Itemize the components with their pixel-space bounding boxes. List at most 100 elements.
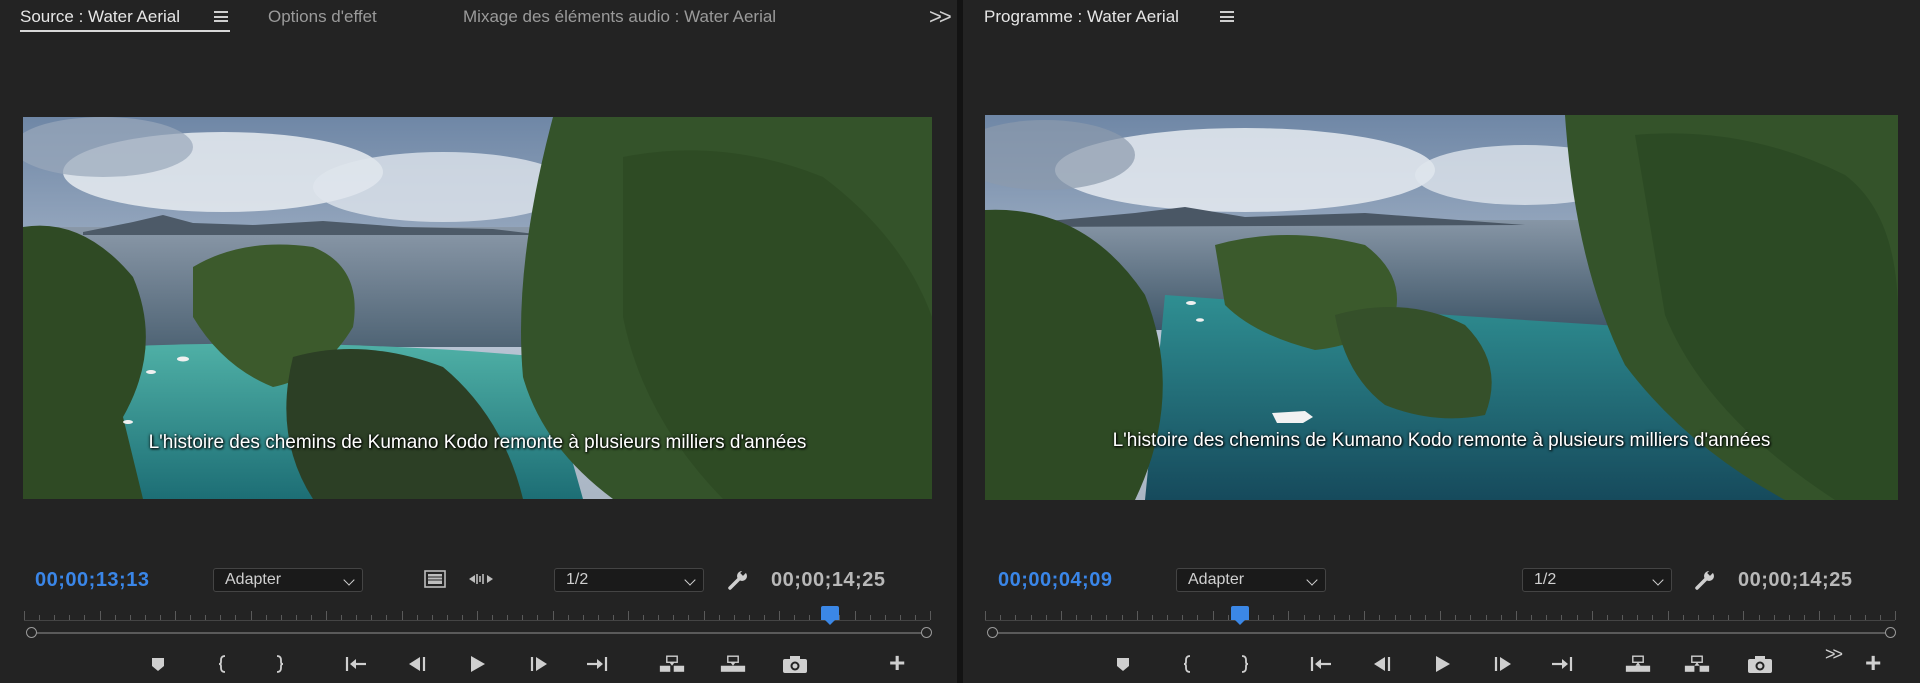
ruler-tick xyxy=(1106,615,1108,620)
mark-in-icon[interactable] xyxy=(210,652,236,676)
wrench-settings-icon[interactable] xyxy=(1694,569,1716,596)
program-zoom-scrollbar[interactable] xyxy=(987,627,1896,639)
zoom-handle-right[interactable] xyxy=(1885,627,1896,638)
ruler-tick xyxy=(1000,615,1002,620)
mark-out-icon[interactable] xyxy=(1231,652,1257,676)
play-icon[interactable] xyxy=(1429,652,1455,676)
ruler-tick xyxy=(1379,615,1381,620)
ruler-tick xyxy=(190,615,192,620)
button-editor-add-button[interactable]: + xyxy=(1865,649,1881,677)
program-time-ruler[interactable] xyxy=(985,606,1896,626)
source-time-ruler[interactable] xyxy=(24,606,931,626)
program-transport-controls xyxy=(963,652,1920,676)
ruler-tick xyxy=(854,611,856,620)
mark-in-icon[interactable] xyxy=(1175,652,1201,676)
source-playhead[interactable] xyxy=(821,606,840,625)
step-forward-icon[interactable] xyxy=(1490,652,1516,676)
ruler-tick xyxy=(295,615,297,620)
mark-out-icon[interactable] xyxy=(266,652,292,676)
ruler-tick xyxy=(1121,615,1123,620)
tab-source[interactable]: Source : Water Aerial xyxy=(20,7,180,27)
ruler-tick xyxy=(1546,615,1548,620)
safe-margins-icon[interactable] xyxy=(424,570,446,593)
transport-overflow-icon[interactable]: >> xyxy=(1825,644,1843,665)
ruler-tick xyxy=(718,615,720,620)
drag-video-audio-icon[interactable] xyxy=(468,572,494,591)
chevron-down-icon xyxy=(343,574,355,586)
export-frame-icon[interactable] xyxy=(782,652,808,676)
ruler-tick xyxy=(1879,615,1881,620)
wrench-settings-icon[interactable] xyxy=(727,569,749,596)
ruler-tick xyxy=(1440,611,1441,620)
play-icon[interactable] xyxy=(464,652,490,676)
zoom-handle-left[interactable] xyxy=(26,627,37,638)
zoom-handle-left[interactable] xyxy=(987,627,998,638)
ruler-tick xyxy=(477,611,478,620)
ruler-tick xyxy=(1849,615,1851,620)
source-resolution-select[interactable]: 1/2 xyxy=(554,568,704,592)
ruler-tick xyxy=(1743,611,1745,620)
overwrite-icon[interactable] xyxy=(720,652,746,676)
go-to-in-icon[interactable] xyxy=(343,652,369,676)
go-to-out-icon[interactable] xyxy=(1549,652,1575,676)
ruler-tick xyxy=(688,615,690,620)
zoom-handle-right[interactable] xyxy=(921,627,932,638)
step-back-icon[interactable] xyxy=(1369,652,1395,676)
source-monitor-panel: Source : Water Aerial Options d'effet Mi… xyxy=(0,0,957,683)
program-current-timecode[interactable]: 00;00;04;09 xyxy=(998,569,1112,592)
ruler-tick xyxy=(492,615,494,620)
tab-audio-clip-mixer[interactable]: Mixage des éléments audio : Water Aerial xyxy=(463,7,776,27)
panel-menu-icon[interactable] xyxy=(214,11,228,22)
step-forward-icon[interactable] xyxy=(526,652,552,676)
go-to-in-icon[interactable] xyxy=(1308,652,1334,676)
export-frame-icon[interactable] xyxy=(1747,652,1773,676)
ruler-tick xyxy=(914,615,916,620)
program-duration-timecode: 00;00;14;25 xyxy=(1738,569,1853,591)
lift-icon[interactable] xyxy=(1625,652,1651,676)
ruler-tick xyxy=(628,611,629,620)
source-zoom-scrollbar[interactable] xyxy=(26,627,932,639)
ruler-tick xyxy=(250,611,252,620)
ruler-tick xyxy=(1622,615,1623,620)
ruler-tick xyxy=(431,615,433,620)
resolution-select-value: 1/2 xyxy=(1534,571,1557,588)
ruler-tick xyxy=(371,615,373,620)
ruler-tick xyxy=(265,615,267,620)
add-marker-icon[interactable] xyxy=(1110,652,1136,676)
ruler-tick xyxy=(1591,611,1593,620)
subtitle-caption: L'histoire des chemins de Kumano Kodo re… xyxy=(148,432,807,453)
ruler-tick xyxy=(1364,611,1366,620)
ruler-tick xyxy=(1288,611,1290,620)
ruler-tick xyxy=(1652,615,1654,620)
program-playhead[interactable] xyxy=(1230,606,1249,625)
ruler-tick xyxy=(235,615,237,620)
step-back-icon[interactable] xyxy=(404,652,430,676)
ruler-tick xyxy=(341,615,343,620)
ruler-tick xyxy=(1258,615,1259,620)
ruler-tick xyxy=(1667,611,1669,620)
program-fit-select[interactable]: Adapter xyxy=(1176,568,1326,592)
insert-icon[interactable] xyxy=(659,652,685,676)
ruler-tick xyxy=(1076,615,1077,620)
button-editor-add-button[interactable]: + xyxy=(889,649,905,677)
go-to-out-icon[interactable] xyxy=(584,652,610,676)
ruler-tick xyxy=(1606,615,1608,620)
ruler-tick xyxy=(1728,615,1730,620)
ruler-tick xyxy=(1424,615,1426,620)
tab-program[interactable]: Programme : Water Aerial xyxy=(984,7,1179,27)
source-duration-timecode: 00;00;14;25 xyxy=(771,569,886,591)
tab-overflow-icon[interactable]: >> xyxy=(929,4,952,30)
program-resolution-select[interactable]: 1/2 xyxy=(1522,568,1672,592)
ruler-tick xyxy=(326,611,327,620)
tab-effect-options[interactable]: Options d'effet xyxy=(268,7,377,27)
ruler-tick xyxy=(416,615,418,620)
add-marker-icon[interactable] xyxy=(145,652,171,676)
extract-icon[interactable] xyxy=(1684,652,1710,676)
ruler-tick xyxy=(144,615,146,620)
source-fit-select[interactable]: Adapter xyxy=(213,568,363,592)
ruler-tick xyxy=(1015,615,1017,620)
ruler-tick xyxy=(1531,615,1532,620)
resolution-select-value: 1/2 xyxy=(566,571,589,588)
panel-menu-icon[interactable] xyxy=(1220,11,1234,22)
source-current-timecode[interactable]: 00;00;13;13 xyxy=(35,569,149,592)
